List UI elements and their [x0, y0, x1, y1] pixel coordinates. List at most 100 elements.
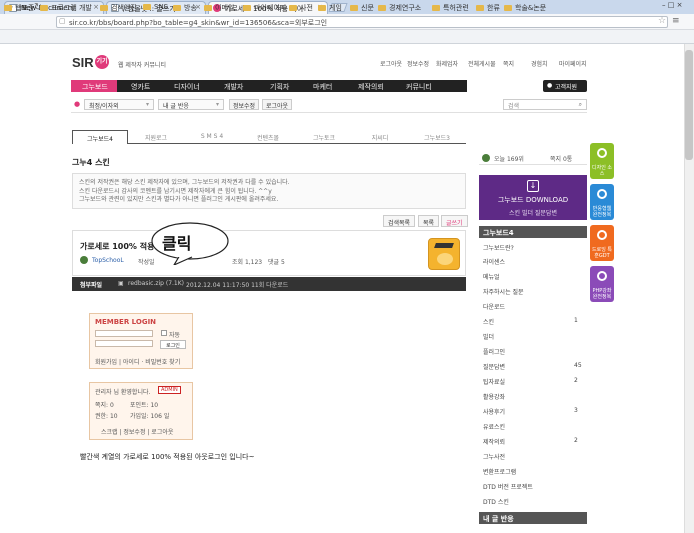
bookmark-folder[interactable]: 웹표준 [4, 3, 34, 13]
sidebar-item-manual[interactable]: 메뉴얼 [483, 272, 500, 281]
site-logo[interactable]: SIR [72, 55, 94, 70]
tab-contents[interactable]: 컨텐츠몰 [240, 130, 296, 144]
address-bar[interactable]: sir.co.kr/bbs/board.php?bo_table=g4_skin… [56, 16, 668, 28]
nav-developer[interactable]: 개발자 [224, 82, 243, 92]
top-link-mypage[interactable]: 마이페이지 [559, 59, 587, 68]
tab-gnuboard3[interactable]: 그누보드3 [408, 130, 466, 144]
admin-memo-count[interactable]: 쪽지: 0 [95, 400, 114, 409]
list-button[interactable]: 목록 [418, 215, 440, 227]
scrollbar-thumb[interactable] [685, 50, 693, 160]
tab-gcd[interactable]: 지씨디 [352, 130, 408, 144]
page-info-icon[interactable]: ▢ [59, 17, 66, 25]
sidebar-item-dtd-skin[interactable]: DTD 스킨 [483, 497, 509, 506]
device-icon [597, 189, 607, 199]
top-link-edit[interactable]: 정보수정 [407, 59, 429, 68]
tab-gnuboard4[interactable]: 그누보드4 [72, 130, 128, 144]
nav-community[interactable]: 커뮤니티 [406, 82, 432, 92]
site-search-input[interactable]: 검색 ⌕ [503, 99, 587, 110]
bookmark-folder[interactable]: 프로그램 개발 [40, 3, 92, 13]
edit-info-button[interactable]: 정보수정 [229, 99, 260, 110]
design-source-button[interactable]: 디자인 소스 [590, 143, 614, 179]
auto-login-checkbox[interactable] [161, 330, 167, 336]
responsive-course-button[interactable]: 반응형웹 완전정복 [590, 184, 614, 220]
folder-icon [318, 5, 326, 11]
star-icon[interactable]: ☆ [658, 16, 666, 26]
bookmark-folder[interactable]: 경제연구소 [378, 3, 421, 13]
sidebar-item-skin[interactable]: 스킨 [483, 317, 494, 326]
nav-planner[interactable]: 기획자 [270, 82, 289, 92]
sidebar-item-paid-skin[interactable]: 유료스킨 [483, 422, 505, 431]
nav-designer[interactable]: 디자이너 [174, 82, 200, 92]
sidebar-item-download[interactable]: 다운로드 [483, 302, 505, 311]
sidebar-item-reviews[interactable]: 사용후기 [483, 407, 505, 416]
attach-info: 2012.12.04 11:17:50 11회 다운로드 [186, 282, 289, 289]
pen-icon [597, 230, 607, 240]
login-password-input[interactable] [95, 340, 153, 347]
search-list-button[interactable]: 검색목록 [383, 215, 416, 227]
download-links[interactable]: 스킨 빌더 질문답변 [479, 208, 587, 217]
login-widget-links[interactable]: 회원가입 | 아이디 · 비밀번호 찾기 [95, 357, 180, 366]
nav-youngcart[interactable]: 영카트 [131, 82, 150, 92]
php-course-button[interactable]: PHP강좌 완전정복 [590, 266, 614, 302]
tab-support-log[interactable]: 지원로그 [128, 130, 184, 144]
top-link-all-posts[interactable]: 전체게시물 [468, 59, 496, 68]
profile-select[interactable]: 최정/이자외 ▾ [84, 99, 154, 110]
admin-level: 권한: 10 [95, 413, 118, 420]
post-author[interactable]: TopSchooL [92, 257, 124, 264]
sidebar-item-request[interactable]: 제작의뢰 [483, 437, 505, 446]
sidebar-item-about[interactable]: 그누보드란? [483, 243, 514, 252]
sidebar-item-tips[interactable]: 팁자료실 [483, 377, 505, 386]
write-button[interactable]: 글쓰기 [441, 215, 468, 227]
sidebar-item-license[interactable]: 라이센스 [483, 257, 505, 266]
bookmark-folder[interactable]: 학술&논문 [504, 3, 546, 13]
sidebar-item-qna[interactable]: 질문답변 [483, 362, 505, 371]
download-title: 그누보드 DOWNLOAD [497, 196, 569, 204]
top-link-memo[interactable]: 쪽지 [503, 59, 514, 68]
bookmark-folder[interactable]: SNS [143, 3, 168, 11]
logout-button[interactable]: 로그아웃 [262, 99, 293, 110]
tab-sms4[interactable]: S M S 4 [184, 130, 240, 144]
top-link-logout[interactable]: 로그아웃 [380, 59, 402, 68]
top-link-exp[interactable]: 경험치 [531, 59, 548, 68]
tab-gnutalk[interactable]: 그누토크 [296, 130, 352, 144]
bookmark-folder[interactable]: 특허관련 [432, 3, 469, 13]
my-posts-select[interactable]: 내 글 반응 ▾ [158, 99, 224, 110]
attach-file-link[interactable]: redbasic.zip (7.1K) [128, 280, 184, 287]
bookmark-folder[interactable]: 이메일 [204, 3, 234, 13]
bookmark-folder[interactable]: 한류 [476, 3, 500, 13]
drawing-course-button[interactable]: 드로잉 특훈GDT [590, 225, 614, 261]
bookmark-folder[interactable]: 사전 [289, 3, 313, 13]
search-icon[interactable]: ⌕ [579, 101, 582, 109]
bookmark-folder[interactable]: 방송 [173, 3, 197, 13]
sidebar-item-converter[interactable]: 변환프로그램 [483, 467, 516, 476]
top-link-hot[interactable]: 화제업자 [436, 59, 458, 68]
nav-request[interactable]: 제작의뢰 [358, 82, 384, 92]
nav-marketer[interactable]: 마케터 [313, 82, 332, 92]
sidebar-count: 45 [574, 362, 582, 369]
nav-gnuboard[interactable]: 그누보드 [82, 82, 108, 92]
folder-icon [143, 4, 151, 10]
sidebar-item-builder[interactable]: 빌더 [483, 332, 494, 341]
bookmark-folder[interactable]: 신문 [350, 3, 374, 13]
login-button[interactable]: 로그인 [160, 340, 186, 349]
sidebar-count: 3 [574, 407, 578, 414]
sidebar-item-dtd-project[interactable]: DTD 버전 프로젝트 [483, 482, 533, 491]
notice-line: 스킨 다운로드시 감사의 코멘트를 남기시면 제작자에게 큰 힘이 됩니다. ^… [79, 187, 272, 195]
admin-widget-links[interactable]: 스크랩 | 정보수정 | 로그아웃 [101, 427, 173, 436]
menu-icon[interactable]: ≡ [672, 16, 680, 26]
bookmark-folder[interactable]: 마이페이지 [243, 3, 286, 13]
window-controls[interactable]: – □ × [662, 1, 692, 11]
site-logo-mark[interactable]: 기기 [95, 55, 109, 69]
sidebar-item-faq[interactable]: 자주하시는 질문 [483, 287, 524, 296]
bookmark-folder[interactable]: 게임 [318, 3, 342, 13]
sidebar-item-lectures[interactable]: 활용강좌 [483, 392, 505, 401]
sidebar-item-plugin[interactable]: 플러그인 [483, 347, 505, 356]
folder-icon [350, 5, 358, 11]
close-icon[interactable]: × [93, 3, 99, 11]
sidebar-item-dictionary[interactable]: 그누사전 [483, 452, 505, 461]
memo-count[interactable]: 쪽지 0통 [550, 154, 572, 163]
bookmark-folder[interactable]: 검색엔진 [100, 3, 137, 13]
download-banner[interactable]: ↓ 그누보드 DOWNLOAD 스킨 빌더 질문답변 [479, 175, 587, 220]
login-id-input[interactable] [95, 330, 153, 337]
admin-points[interactable]: 포인트: 10 [130, 400, 158, 409]
